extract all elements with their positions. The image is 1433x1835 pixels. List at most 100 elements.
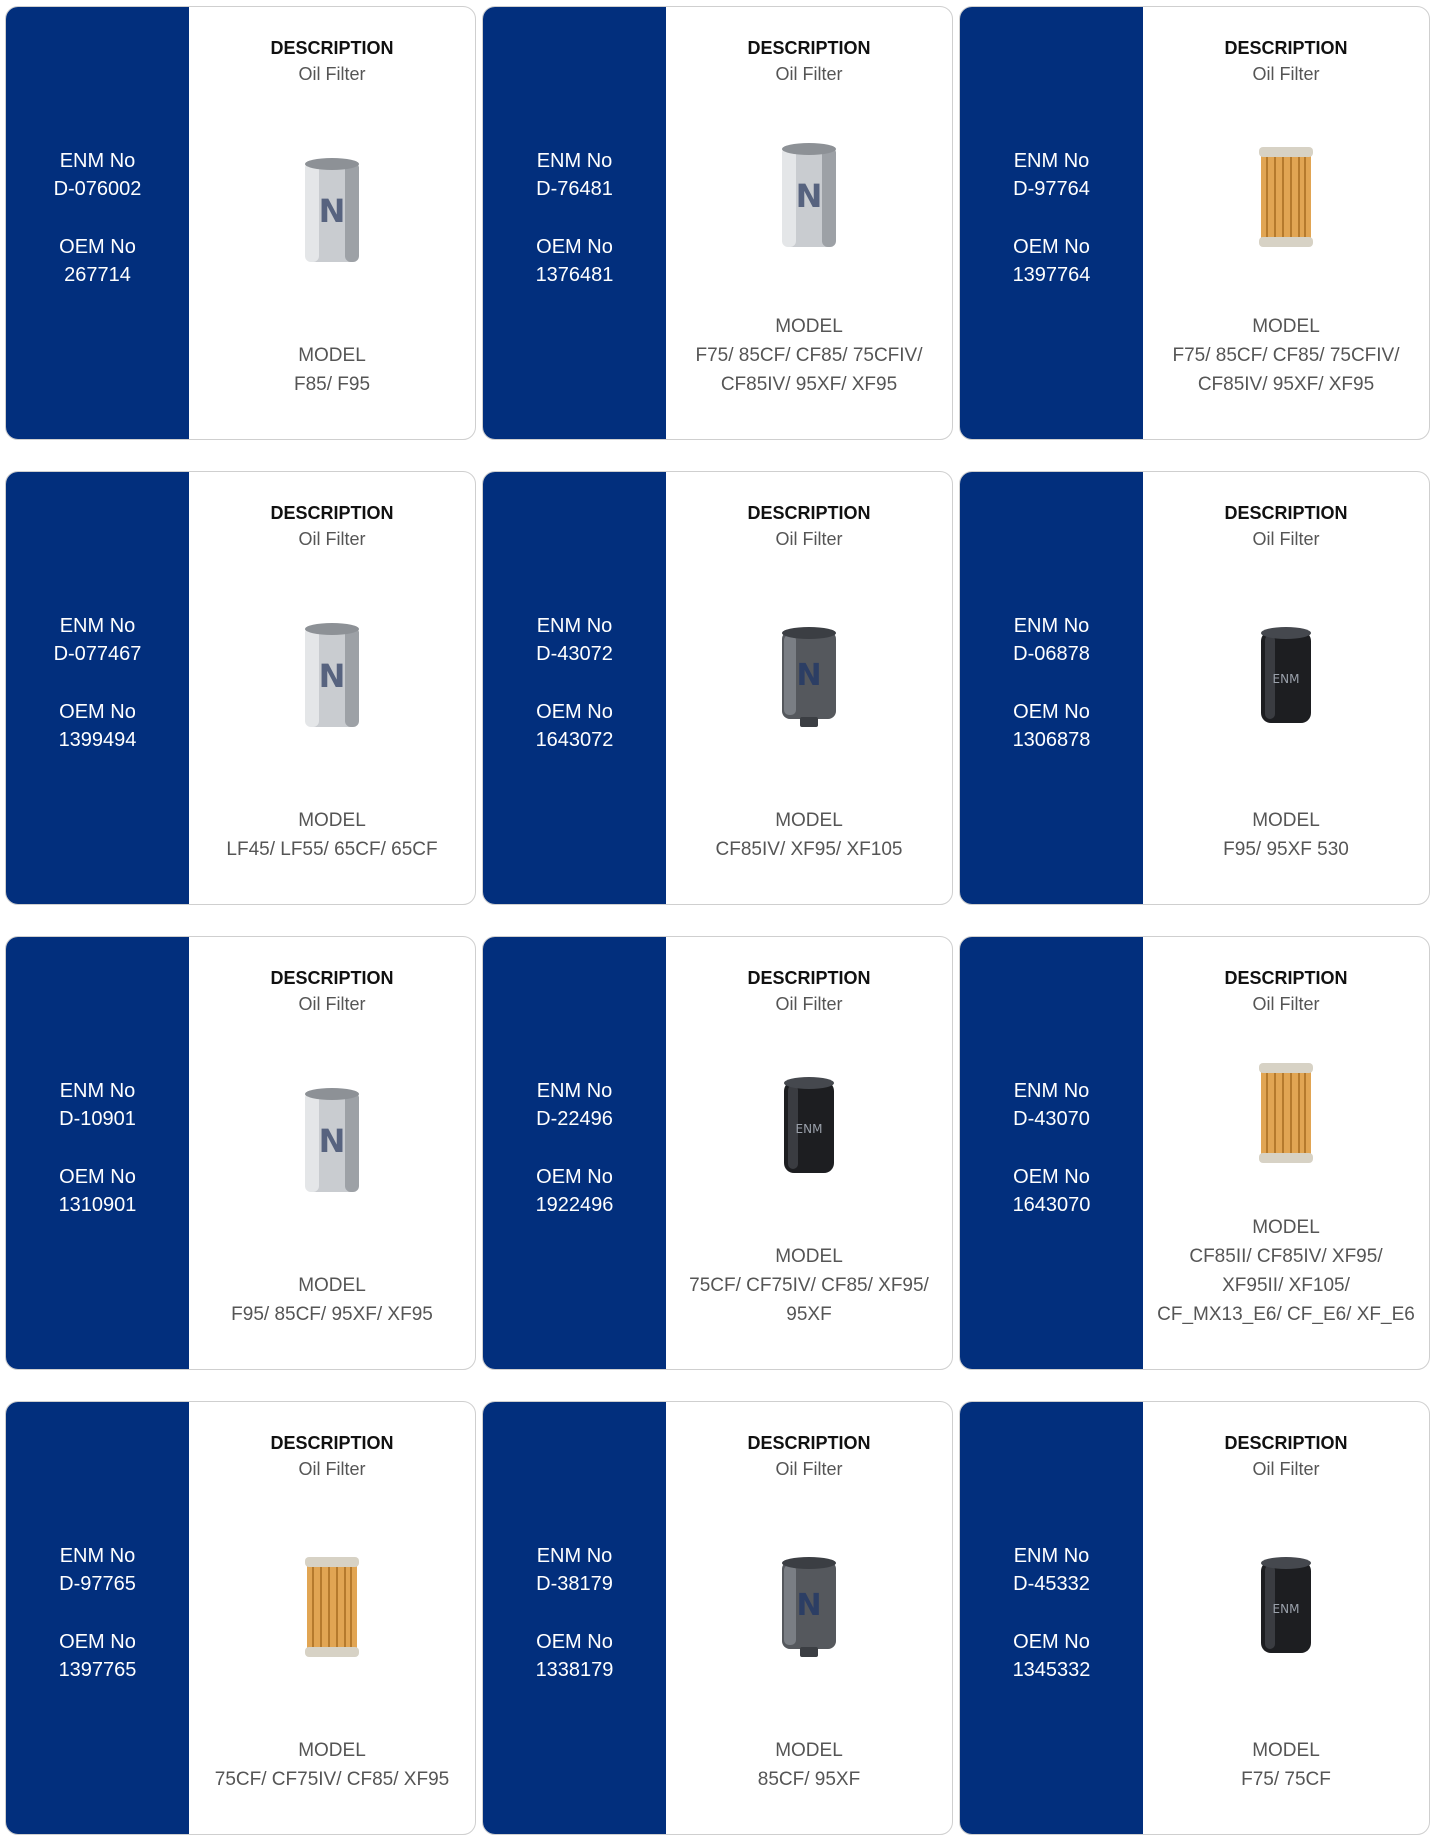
- product-image[interactable]: N: [676, 1482, 942, 1736]
- model-block: MODEL F75/ 75CF: [1241, 1736, 1331, 1834]
- enm-number: D-22496: [536, 1108, 613, 1130]
- product-card[interactable]: ENM No D-077467 OEM No 1399494 DESCRIPTI…: [5, 471, 476, 905]
- product-image[interactable]: ENM: [1153, 1482, 1419, 1736]
- product-image[interactable]: [1153, 87, 1419, 312]
- product-card[interactable]: ENM No D-43070 OEM No 1643070 DESCRIPTIO…: [959, 936, 1430, 1370]
- model-value: CF_MX13_E6/ CF_E6/ XF_E6: [1157, 1304, 1415, 1325]
- model-block: MODEL F95/ 85CF/ 95XF/ XF95: [231, 1271, 433, 1369]
- product-image[interactable]: N: [199, 1017, 465, 1271]
- model-label: MODEL: [298, 1740, 366, 1761]
- product-image[interactable]: ENM: [1153, 552, 1419, 806]
- model-value: F75/ 85CF/ CF85/ 75CFIV/: [1172, 345, 1400, 366]
- description-value: Oil Filter: [298, 1459, 366, 1479]
- black-oil-filter-icon: ENM: [1231, 1547, 1341, 1672]
- model-value: 85CF/ 95XF: [757, 1769, 861, 1790]
- enm-number: D-076002: [53, 178, 142, 200]
- model-block: MODEL CF85IV/ XF95/ XF105: [716, 806, 903, 904]
- oem-label: OEM No: [536, 236, 613, 258]
- enm-number: D-97765: [59, 1573, 136, 1595]
- description-value: Oil Filter: [1252, 529, 1320, 549]
- oem-label: OEM No: [59, 236, 136, 258]
- product-card[interactable]: ENM No D-97764 OEM No 1397764 DESCRIPTIO…: [959, 6, 1430, 440]
- product-image[interactable]: N: [676, 87, 942, 312]
- svg-text:N: N: [796, 658, 821, 693]
- product-card[interactable]: ENM No D-076002 OEM No 267714 DESCRIPTIO…: [5, 6, 476, 440]
- enm-label: ENM No: [536, 615, 613, 637]
- enm-number: D-76481: [536, 178, 613, 200]
- oem-label: OEM No: [1013, 236, 1090, 258]
- description-label: DESCRIPTION: [1224, 38, 1348, 58]
- oem-number: 1643070: [1012, 1194, 1091, 1216]
- model-block: MODEL 75CF/ CF75IV/ CF85/ XF95/95XF: [689, 1242, 929, 1369]
- oem-label: OEM No: [59, 1166, 136, 1188]
- part-number-panel: ENM No D-97764 OEM No 1397764: [960, 7, 1143, 439]
- enm-number: D-45332: [1013, 1573, 1090, 1595]
- product-card[interactable]: ENM No D-06878 OEM No 1306878 DESCRIPTIO…: [959, 471, 1430, 905]
- model-value: CF85IV/ XF95/ XF105: [715, 839, 903, 860]
- product-image[interactable]: N: [199, 87, 465, 341]
- enm-label: ENM No: [59, 150, 136, 172]
- product-image[interactable]: ENM: [676, 1017, 942, 1242]
- part-number-panel: ENM No D-43072 OEM No 1643072: [483, 472, 666, 904]
- oem-number: 267714: [64, 264, 131, 286]
- description-label: DESCRIPTION: [1224, 503, 1348, 523]
- model-label: MODEL: [775, 1246, 843, 1267]
- product-details: DESCRIPTION Oil Filter N MODEL F75/ 85CF…: [666, 7, 952, 439]
- model-value: 75CF/ CF75IV/ CF85/ XF95/: [689, 1275, 929, 1296]
- oem-number: 1345332: [1012, 1659, 1091, 1681]
- product-card[interactable]: ENM No D-76481 OEM No 1376481 DESCRIPTIO…: [482, 6, 953, 440]
- model-value: 95XF: [786, 1304, 832, 1325]
- enm-label: ENM No: [59, 1080, 136, 1102]
- product-card[interactable]: ENM No D-97765 OEM No 1397765 DESCRIPTIO…: [5, 1401, 476, 1835]
- product-image[interactable]: [1153, 1017, 1419, 1213]
- product-card[interactable]: ENM No D-10901 OEM No 1310901 DESCRIPTIO…: [5, 936, 476, 1370]
- product-details: DESCRIPTION Oil Filter N MODEL F95/ 85CF…: [189, 937, 475, 1369]
- model-block: MODEL 85CF/ 95XF: [758, 1736, 860, 1834]
- oem-label: OEM No: [1013, 1631, 1090, 1653]
- description-value: Oil Filter: [1252, 64, 1320, 84]
- model-label: MODEL: [775, 1740, 843, 1761]
- description-label: DESCRIPTION: [270, 503, 394, 523]
- product-card[interactable]: ENM No D-38179 OEM No 1338179 DESCRIPTIO…: [482, 1401, 953, 1835]
- part-number-panel: ENM No D-43070 OEM No 1643070: [960, 937, 1143, 1369]
- product-image[interactable]: N: [676, 552, 942, 806]
- model-label: MODEL: [298, 345, 366, 366]
- product-card[interactable]: ENM No D-22496 OEM No 1922496 DESCRIPTIO…: [482, 936, 953, 1370]
- model-value: F95/ 95XF 530: [1223, 839, 1349, 860]
- description-value: Oil Filter: [298, 64, 366, 84]
- silver-oil-filter-icon: N: [754, 137, 864, 262]
- enm-number: D-06878: [1013, 643, 1090, 665]
- svg-text:N: N: [319, 1122, 346, 1160]
- svg-text:ENM: ENM: [796, 1122, 823, 1136]
- enm-label: ENM No: [1013, 1545, 1090, 1567]
- oem-label: OEM No: [1013, 1166, 1090, 1188]
- part-number-panel: ENM No D-22496 OEM No 1922496: [483, 937, 666, 1369]
- dark-oil-filter-icon: N: [754, 1547, 864, 1672]
- cartridge-oil-filter-icon: [1231, 1053, 1341, 1178]
- model-block: MODEL F75/ 85CF/ CF85/ 75CFIV/CF85IV/ 95…: [695, 312, 922, 439]
- part-number-panel: ENM No D-076002 OEM No 267714: [6, 7, 189, 439]
- description-label: DESCRIPTION: [747, 968, 871, 988]
- description-value: Oil Filter: [775, 64, 843, 84]
- enm-label: ENM No: [536, 150, 613, 172]
- description-value: Oil Filter: [775, 1459, 843, 1479]
- model-value: CF85II/ CF85IV/ XF95/: [1189, 1246, 1383, 1267]
- svg-text:N: N: [319, 192, 346, 230]
- svg-text:ENM: ENM: [1273, 1602, 1300, 1616]
- product-image[interactable]: [199, 1482, 465, 1736]
- description-label: DESCRIPTION: [270, 1433, 394, 1453]
- oem-number: 1397765: [58, 1659, 137, 1681]
- product-card[interactable]: ENM No D-45332 OEM No 1345332 DESCRIPTIO…: [959, 1401, 1430, 1835]
- enm-number: D-10901: [59, 1108, 136, 1130]
- model-value: F75/ 85CF/ CF85/ 75CFIV/: [695, 345, 923, 366]
- oem-number: 1310901: [58, 1194, 137, 1216]
- model-value: CF85IV/ 95XF/ XF95: [1197, 374, 1375, 395]
- product-card[interactable]: ENM No D-43072 OEM No 1643072 DESCRIPTIO…: [482, 471, 953, 905]
- black-oil-filter-icon: ENM: [754, 1067, 864, 1192]
- model-value: CF85IV/ 95XF/ XF95: [720, 374, 898, 395]
- enm-number: D-38179: [536, 1573, 613, 1595]
- product-details: DESCRIPTION Oil Filter N MODEL F85/ F95: [189, 7, 475, 439]
- product-details: DESCRIPTION Oil Filter N MODEL CF85IV/ X…: [666, 472, 952, 904]
- model-label: MODEL: [1252, 1740, 1320, 1761]
- product-image[interactable]: N: [199, 552, 465, 806]
